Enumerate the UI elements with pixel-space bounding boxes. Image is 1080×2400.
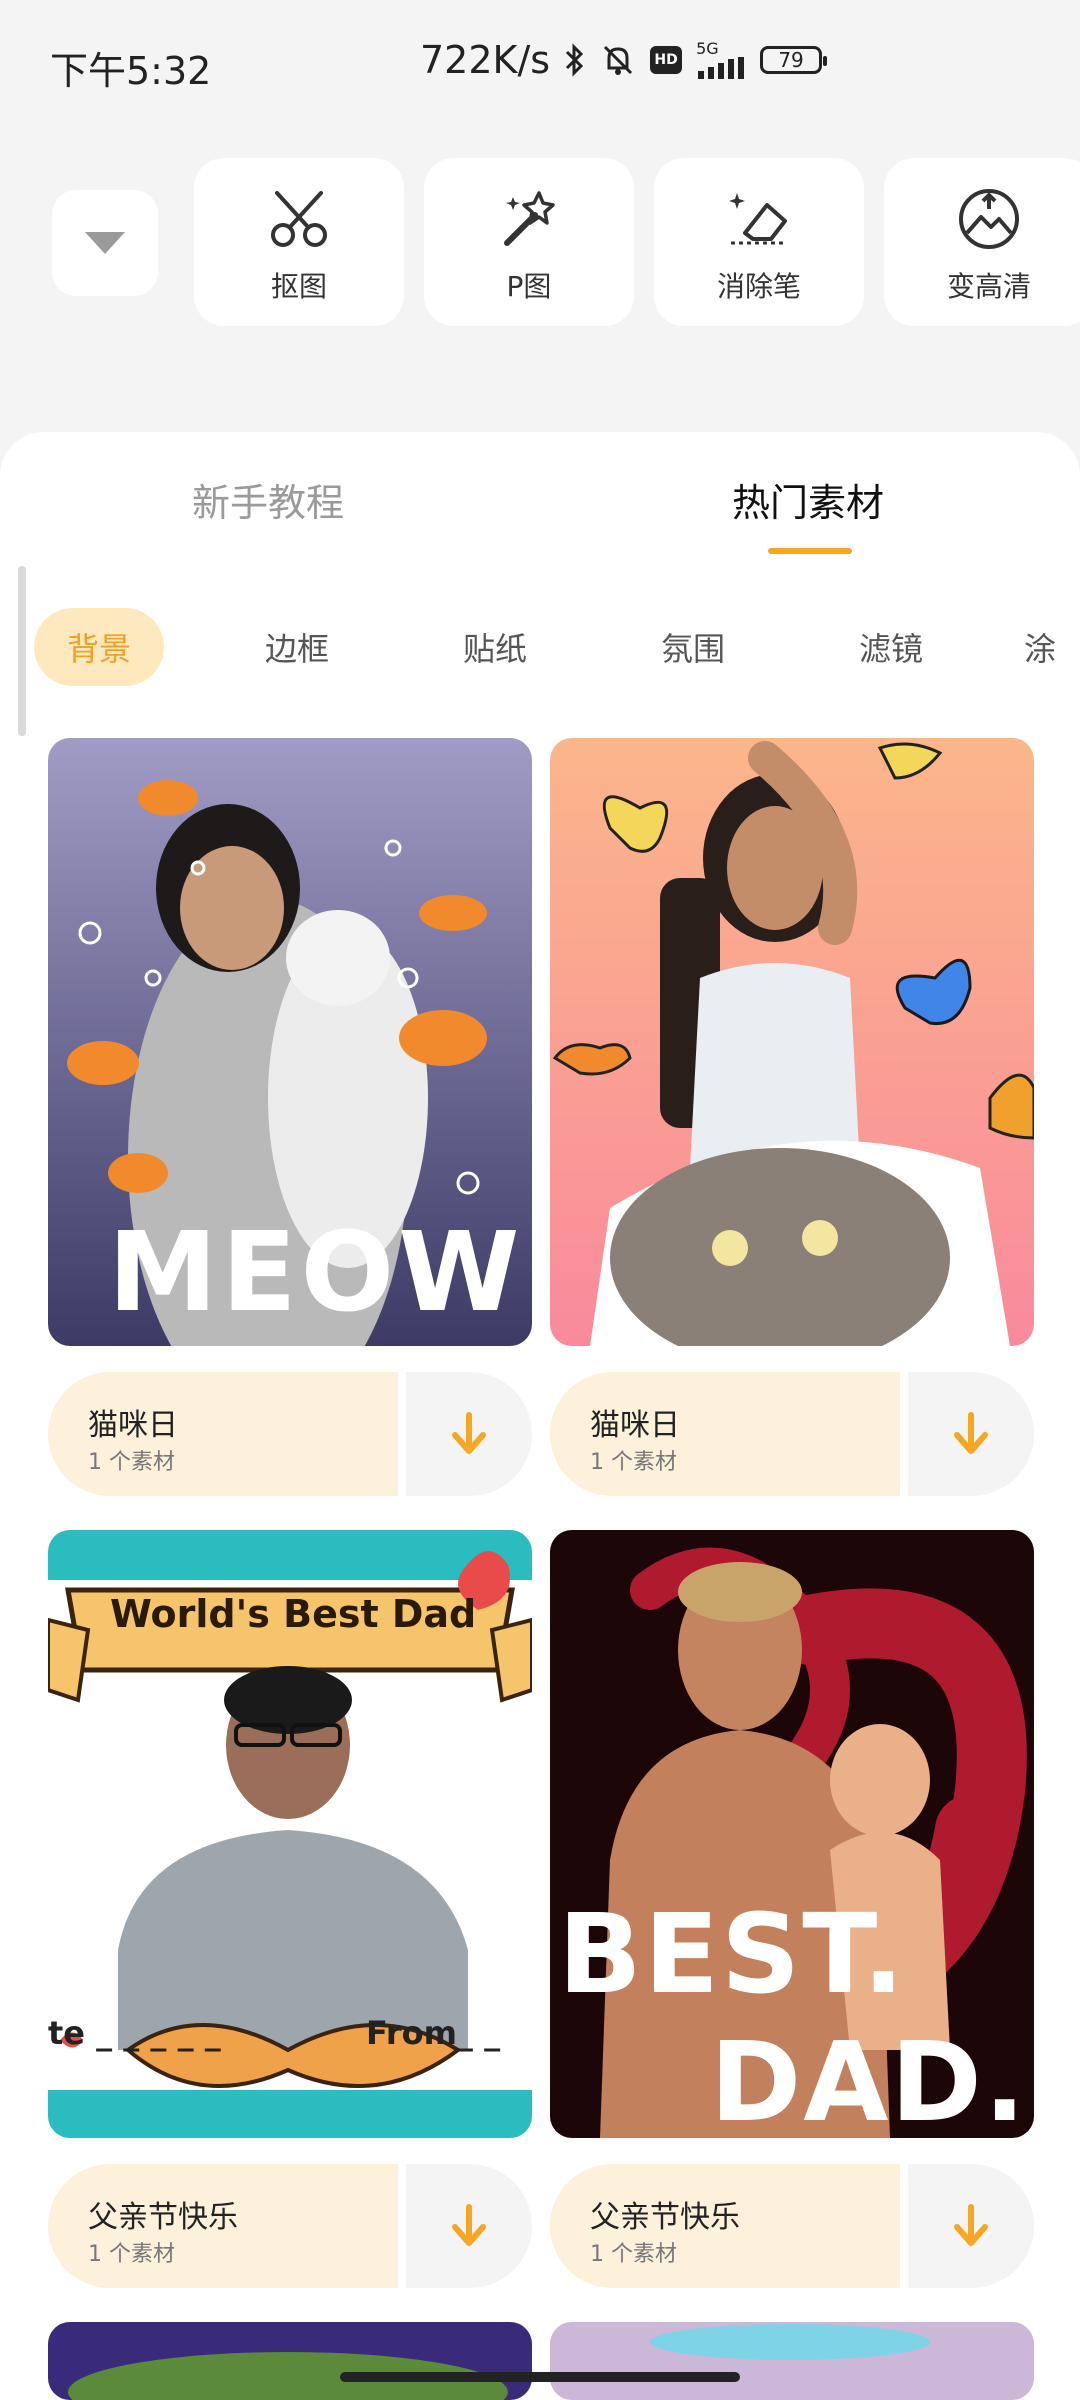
active-tab-indicator	[768, 548, 852, 554]
hd-enhance-icon	[949, 179, 1029, 259]
material-info-label-area[interactable]: 父亲节快乐 1 个素材	[550, 2164, 900, 2288]
material-preview-image[interactable]: BEST. DAD.	[550, 1530, 1034, 2138]
status-bar: 下午5:32 722K/s HD 5G 79	[0, 0, 1080, 120]
material-info: 父亲节快乐 1 个素材	[48, 2164, 532, 2288]
material-preview-image[interactable]	[550, 738, 1034, 1346]
material-count: 1 个素材	[88, 1450, 175, 1475]
status-indicators: 722K/s HD 5G 79	[420, 38, 828, 82]
category-tabs: 背景 边框 贴纸 氛围 滤镜 涂	[0, 608, 1080, 692]
tool-label: P图	[506, 270, 552, 303]
image-caption-text: World's Best Dad	[110, 1592, 477, 1636]
tab-hot-materials[interactable]: 热门素材	[732, 472, 884, 527]
image-caption-text: From_ _	[366, 2014, 501, 2052]
tool-label: 消除笔	[716, 270, 801, 303]
top-tabs: 新手教程 热门素材	[0, 432, 1080, 562]
battery-level: 79	[778, 48, 804, 72]
material-preview-image[interactable]	[550, 2322, 1034, 2400]
material-title: 猫咪日	[88, 1408, 178, 1443]
category-background[interactable]: 背景	[34, 608, 164, 686]
material-title: 猫咪日	[590, 1408, 680, 1443]
tool-photo-edit[interactable]: P图	[424, 158, 634, 326]
expand-tools-button[interactable]	[52, 190, 158, 296]
image-caption-text: te _ _ _ _ _	[48, 2014, 221, 2052]
tool-label: 抠图	[270, 270, 327, 303]
category-filter[interactable]: 滤镜	[826, 608, 956, 686]
cutout-scissors-icon	[259, 179, 339, 259]
material-count: 1 个素材	[590, 2242, 677, 2267]
material-preview-image[interactable]: World's Best Dad te _ _ _ _ _ From_ _	[48, 1530, 532, 2138]
download-button[interactable]	[908, 2164, 1034, 2288]
download-button[interactable]	[406, 1372, 532, 1496]
bluetooth-icon	[564, 42, 586, 78]
chevron-down-icon	[85, 232, 125, 254]
home-indicator[interactable]	[340, 2372, 740, 2382]
material-info-label-area[interactable]: 父亲节快乐 1 个素材	[48, 2164, 398, 2288]
download-arrow-icon	[452, 2204, 486, 2246]
material-count: 1 个素材	[590, 1450, 677, 1475]
material-count: 1 个素材	[88, 2242, 175, 2267]
download-button[interactable]	[908, 1372, 1034, 1496]
material-info: 猫咪日 1 个素材	[48, 1372, 532, 1496]
signal-icon: 5G	[696, 41, 746, 79]
status-time: 下午5:32	[50, 49, 212, 93]
tool-hd-enhance[interactable]: 变高清	[884, 158, 1080, 326]
image-caption-text: MEOW	[108, 1208, 524, 1336]
tool-label: 变高清	[946, 270, 1031, 303]
battery-icon: 79	[760, 46, 828, 74]
image-caption-text: DAD.	[710, 2018, 1028, 2138]
network-type: 5G	[696, 39, 719, 58]
materials-sheet: 新手教程 热门素材 背景 边框 贴纸 氛围 滤镜 涂 MEOW 猫咪日 1 个素…	[0, 432, 1080, 2400]
material-info: 猫咪日 1 个素材	[550, 1372, 1034, 1496]
mute-bell-icon	[600, 42, 636, 78]
material-preview-image[interactable]: MEOW	[48, 738, 532, 1346]
tools-row: 抠图 P图 消除笔 变高清	[0, 158, 1080, 328]
category-sticker[interactable]: 贴纸	[430, 608, 560, 686]
tool-cutout[interactable]: 抠图	[194, 158, 404, 326]
material-info-label-area[interactable]: 猫咪日 1 个素材	[550, 1372, 900, 1496]
category-frame[interactable]: 边框	[232, 608, 362, 686]
magic-wand-icon	[489, 179, 569, 259]
material-title: 父亲节快乐	[88, 2200, 238, 2235]
download-arrow-icon	[452, 1412, 486, 1454]
download-button[interactable]	[406, 2164, 532, 2288]
material-title: 父亲节快乐	[590, 2200, 740, 2235]
tab-beginner-tutorial[interactable]: 新手教程	[192, 472, 344, 527]
download-arrow-icon	[954, 1412, 988, 1454]
tool-eraser[interactable]: 消除笔	[654, 158, 864, 326]
material-preview-image[interactable]	[48, 2322, 532, 2400]
eraser-icon	[719, 179, 799, 259]
hd-icon: HD	[650, 46, 683, 74]
image-caption-text: BEST.	[558, 1890, 907, 2018]
network-speed: 722K/s	[420, 38, 551, 82]
download-arrow-icon	[954, 2204, 988, 2246]
material-info-label-area[interactable]: 猫咪日 1 个素材	[48, 1372, 398, 1496]
material-info: 父亲节快乐 1 个素材	[550, 2164, 1034, 2288]
category-atmosphere[interactable]: 氛围	[628, 608, 758, 686]
category-paint[interactable]: 涂	[1024, 608, 1080, 686]
